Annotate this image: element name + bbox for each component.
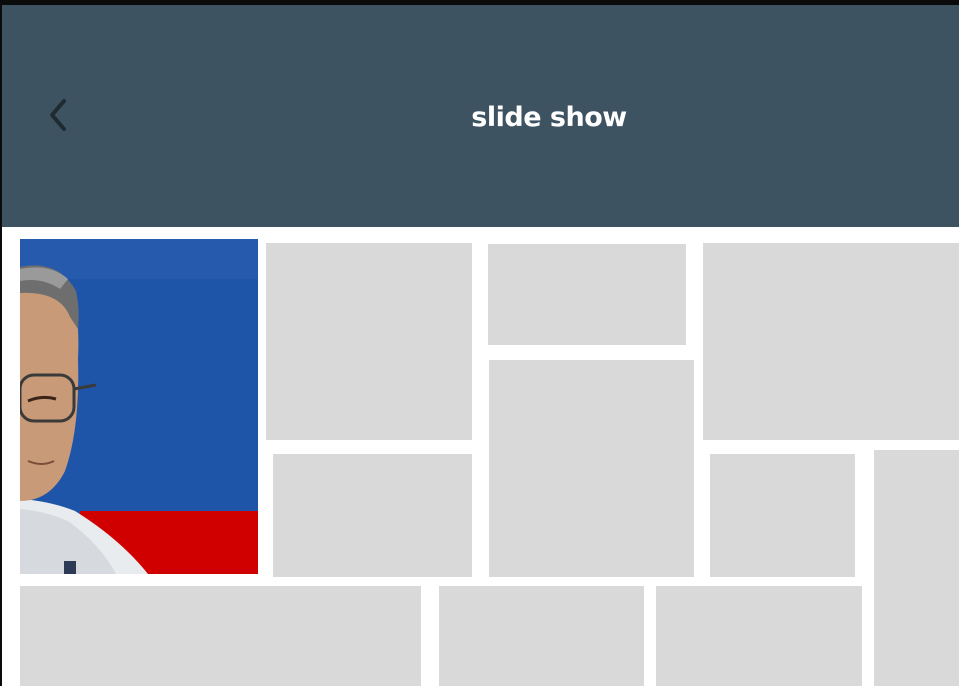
gallery-placeholder-tile[interactable] (710, 454, 855, 577)
gallery-placeholder-tile[interactable] (656, 586, 862, 686)
gallery-photo-tile[interactable] (20, 239, 258, 574)
gallery-placeholder-tile[interactable] (489, 360, 694, 577)
gallery-placeholder-tile[interactable] (439, 586, 644, 686)
gallery-placeholder-tile[interactable] (273, 454, 472, 577)
slideshow-screen: slide show (0, 0, 959, 686)
gallery-placeholder-tile[interactable] (20, 586, 421, 686)
page-title: slide show (471, 102, 627, 133)
gallery-placeholder-tile[interactable] (874, 450, 959, 686)
gallery-placeholder-tile[interactable] (488, 244, 686, 345)
gallery-placeholder-tile[interactable] (703, 243, 959, 440)
gallery-placeholder-tile[interactable] (266, 243, 472, 440)
portrait-photo (20, 239, 258, 574)
